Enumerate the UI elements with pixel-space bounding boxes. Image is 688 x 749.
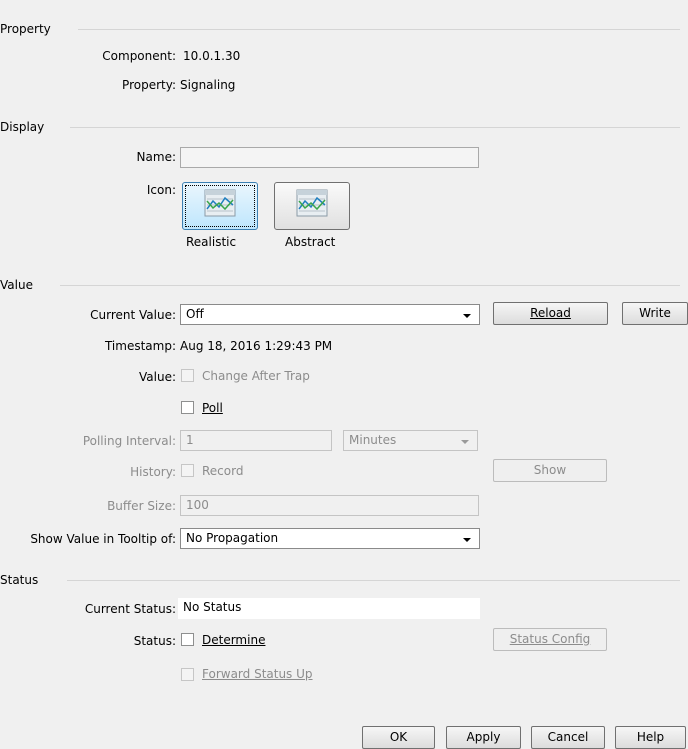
apply-button-label: Apply (466, 730, 501, 744)
buffer-size-label: Buffer Size: (107, 499, 176, 513)
current-value-label: Current Value: (90, 308, 176, 322)
component-label: Component: (102, 49, 176, 63)
timestamp-label: Timestamp: (104, 339, 176, 353)
current-value-selected: Off (186, 307, 204, 321)
reload-button[interactable]: Reload (493, 302, 608, 325)
timestamp-value: Aug 18, 2016 1:29:43 PM (180, 339, 333, 353)
property-section-title: Property (0, 22, 51, 36)
ok-button[interactable]: OK (362, 726, 435, 749)
status-config-button[interactable]: Status Config (493, 628, 607, 651)
icon-option-abstract-label: Abstract (285, 235, 336, 249)
forward-status-checkbox[interactable] (181, 668, 194, 681)
current-status-label: Current Status: (84, 602, 176, 616)
change-after-trap-checkbox[interactable] (181, 369, 194, 382)
polling-unit-selected: Minutes (349, 433, 397, 447)
icon-option-realistic[interactable] (182, 182, 258, 230)
ok-button-label: OK (389, 730, 408, 744)
cancel-button-label: Cancel (547, 730, 589, 744)
tooltip-propagation-dropdown[interactable]: No Propagation (180, 528, 480, 549)
change-after-trap-label: Change After Trap (202, 369, 310, 383)
poll-checkbox[interactable] (181, 401, 194, 414)
polling-unit-dropdown[interactable]: Minutes (343, 430, 478, 451)
name-label: Name: (136, 150, 176, 164)
help-button[interactable]: Help (615, 726, 686, 749)
status-section-title: Status (0, 573, 39, 587)
history-label: History: (130, 465, 176, 479)
chevron-down-icon (463, 314, 471, 318)
value-label: Value: (139, 370, 176, 384)
display-section-title: Display (0, 120, 45, 134)
show-button-label: Show (533, 463, 567, 477)
component-value: 10.0.1.30 (183, 49, 241, 63)
write-button[interactable]: Write (622, 302, 688, 325)
reload-button-label: Reload (530, 306, 571, 320)
property-value: Signaling (180, 78, 236, 92)
icon-label: Icon: (146, 183, 176, 197)
status-config-button-label: Status Config (509, 632, 591, 646)
record-label: Record (202, 464, 244, 478)
apply-button[interactable]: Apply (446, 726, 521, 749)
forward-status-label: Forward Status Up (202, 667, 313, 681)
status-section-divider (67, 580, 680, 581)
abstract-chart-icon (296, 189, 328, 217)
determine-checkbox[interactable] (181, 633, 194, 646)
status-label: Status: (133, 634, 176, 648)
icon-option-realistic-label: Realistic (186, 235, 237, 249)
current-status-value: No Status (178, 598, 480, 619)
cancel-button[interactable]: Cancel (531, 726, 605, 749)
chevron-down-icon (461, 440, 469, 444)
polling-interval-label: Polling Interval: (82, 434, 176, 448)
poll-label: Poll (202, 401, 223, 415)
chevron-down-icon (463, 538, 471, 542)
show-button[interactable]: Show (493, 459, 607, 482)
determine-label: Determine (202, 633, 266, 647)
write-button-label: Write (639, 306, 671, 320)
current-value-dropdown[interactable]: Off (180, 304, 480, 325)
realistic-chart-icon (204, 189, 236, 217)
value-section-divider (60, 285, 680, 286)
icon-option-abstract[interactable] (274, 182, 350, 230)
tooltip-propagation-selected: No Propagation (186, 531, 279, 545)
value-section-title: Value (0, 278, 33, 292)
record-checkbox[interactable] (181, 464, 194, 477)
buffer-size-field[interactable]: 100 (180, 495, 479, 516)
property-section-divider (78, 29, 680, 30)
tooltip-label: Show Value in Tooltip of: (30, 532, 176, 546)
name-field[interactable] (180, 147, 479, 168)
display-section-divider (70, 127, 680, 128)
polling-interval-field[interactable]: 1 (180, 430, 332, 451)
help-button-label: Help (636, 730, 665, 744)
property-label: Property: (122, 78, 176, 92)
